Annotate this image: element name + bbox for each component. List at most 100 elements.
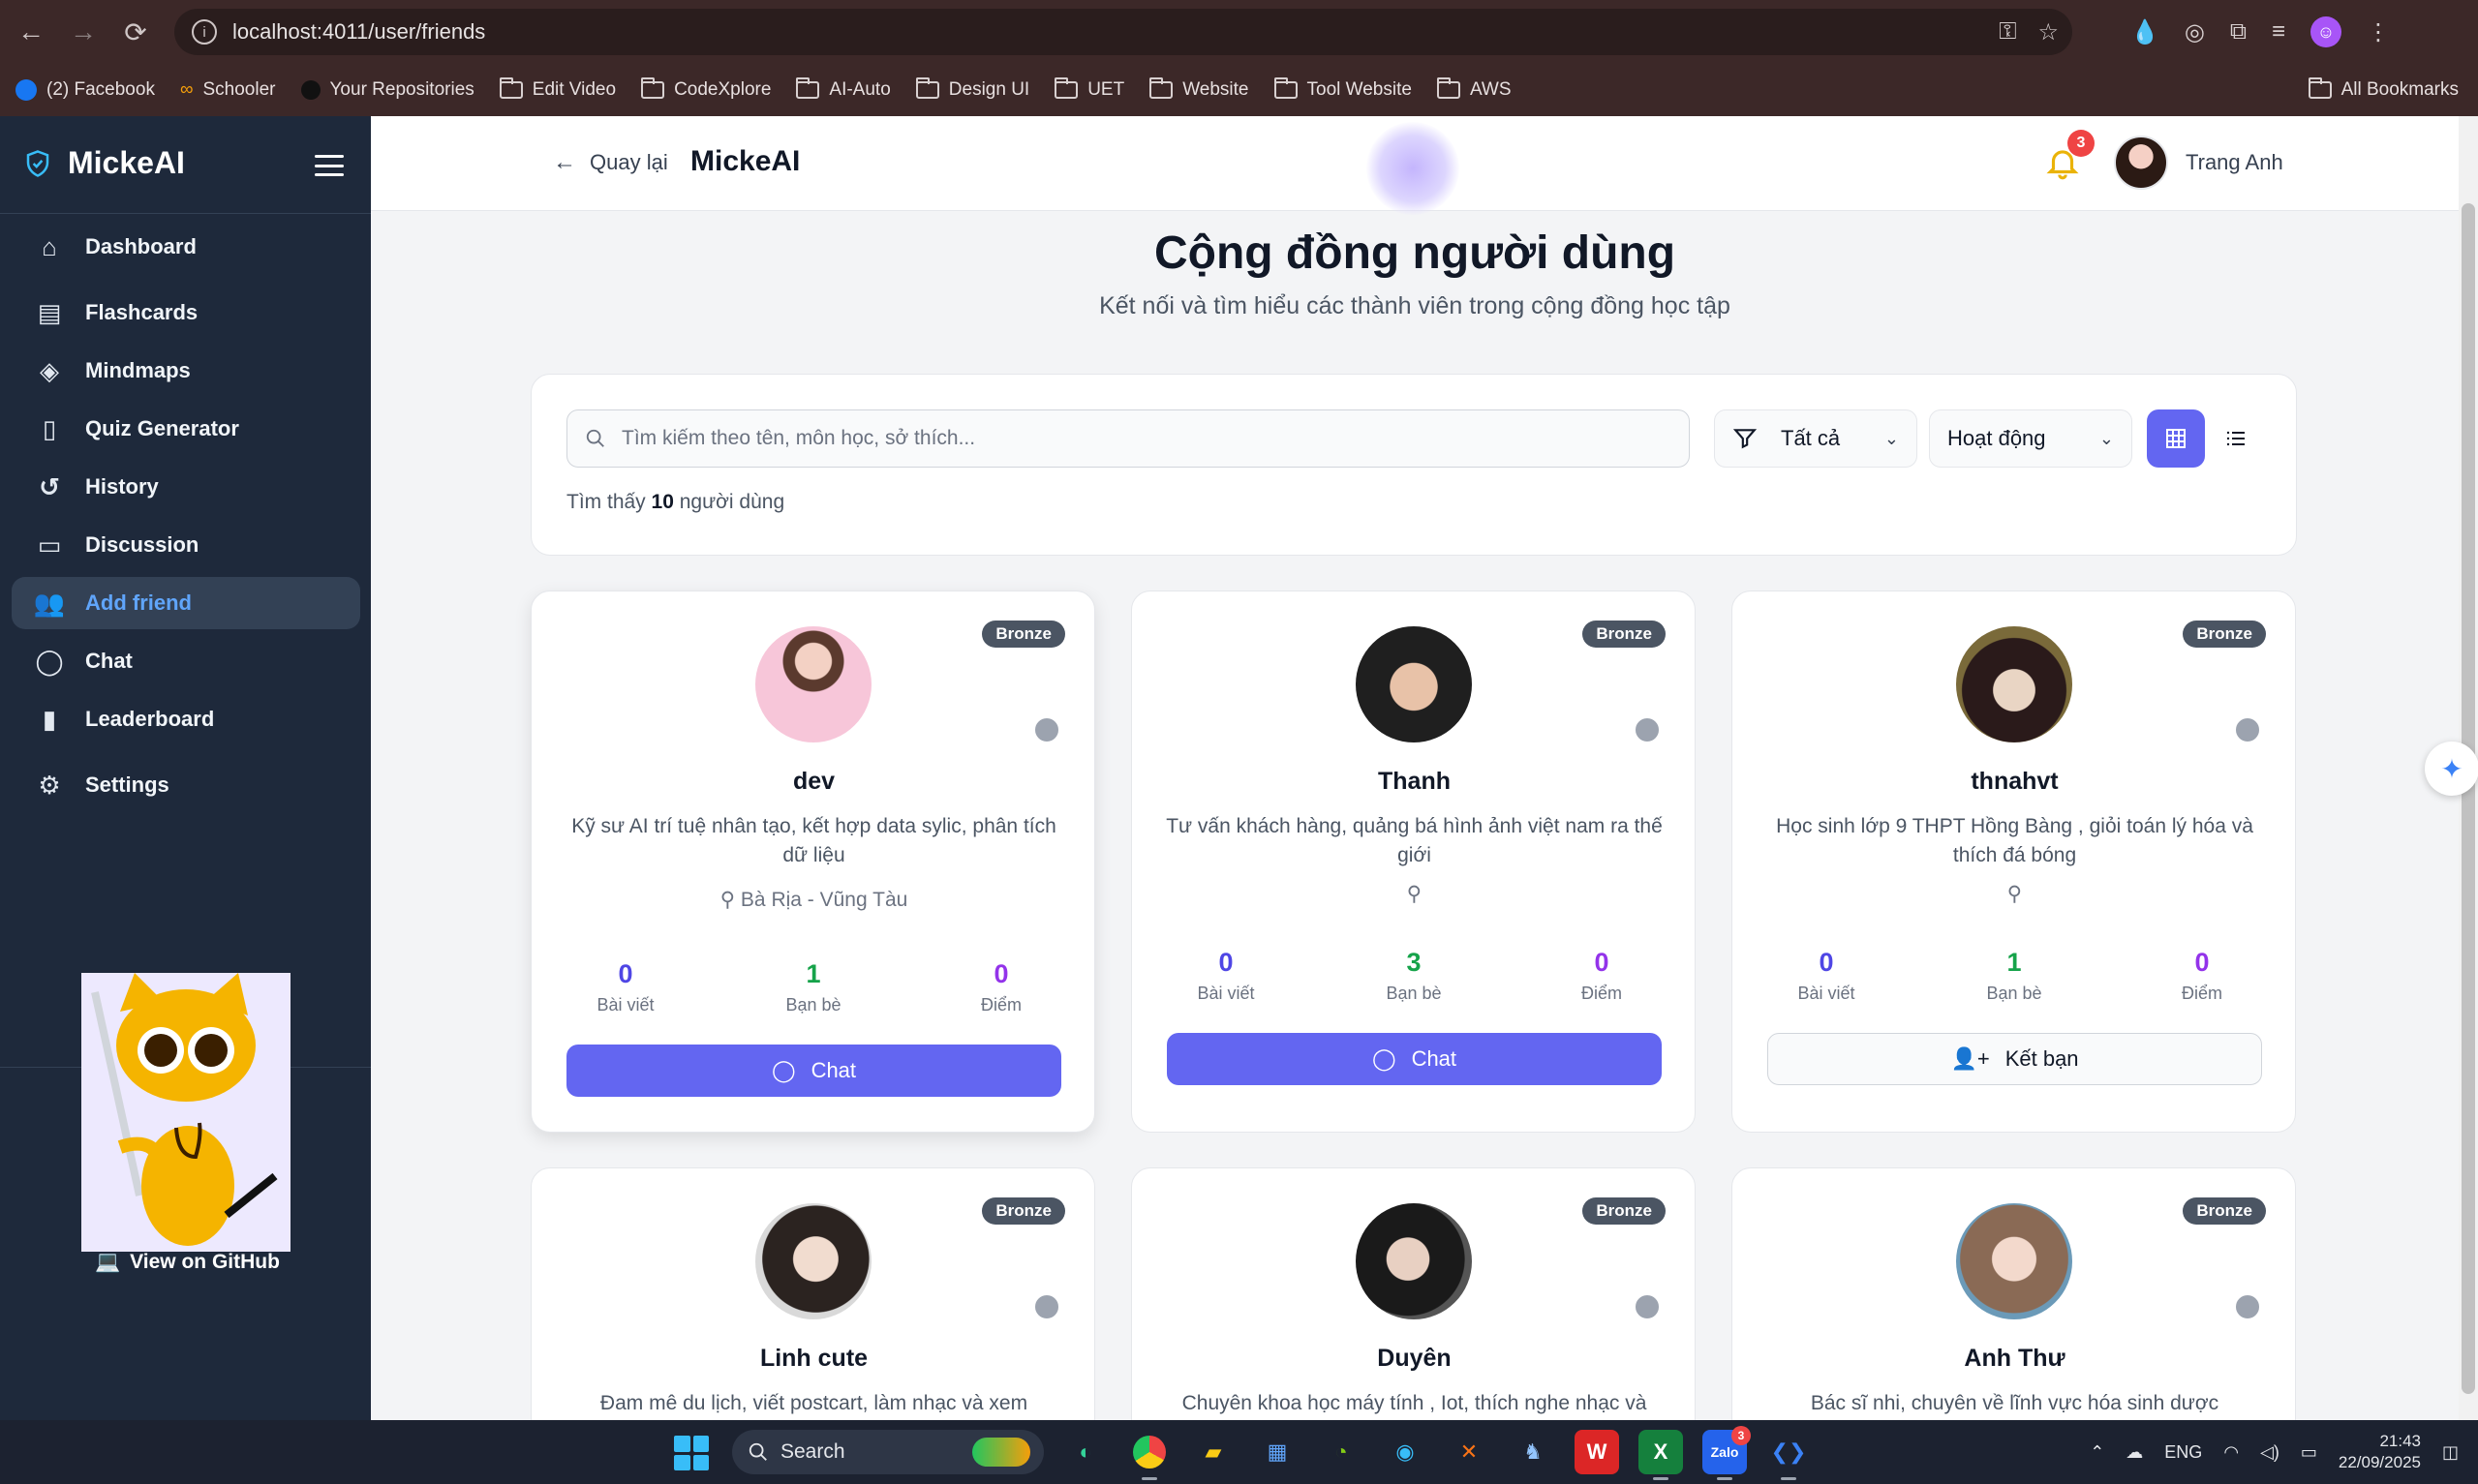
- bookmark-folder[interactable]: AWS: [1436, 77, 1512, 101]
- avatar: [1356, 626, 1472, 742]
- list-view-button[interactable]: [2207, 409, 2265, 468]
- user-card[interactable]: Bronze thnahvt Học sinh lớp 9 THPT Hồng …: [1731, 591, 2296, 1133]
- user-card[interactable]: Bronze Thanh Tư vấn khách hàng, quảng bá…: [1131, 591, 1696, 1133]
- bookmark-schooler[interactable]: ∞ Schooler: [180, 79, 276, 101]
- extension-drop-icon[interactable]: 💧: [2130, 18, 2159, 46]
- app-green-icon[interactable]: ◔: [1319, 1430, 1363, 1474]
- edge-icon[interactable]: ◉: [1383, 1430, 1427, 1474]
- bookmark-folder[interactable]: Website: [1149, 77, 1249, 101]
- star-icon[interactable]: ☆: [2037, 18, 2059, 46]
- profile-icon[interactable]: ☺: [2310, 16, 2341, 47]
- postgres-icon[interactable]: ♞: [1511, 1430, 1555, 1474]
- chat-button[interactable]: ◯ Chat: [1167, 1033, 1662, 1085]
- file-explorer-icon[interactable]: ▰: [1191, 1430, 1236, 1474]
- brand[interactable]: MickeAI: [23, 145, 185, 181]
- mascot-illustration: [91, 973, 278, 1246]
- search-input[interactable]: [622, 427, 1667, 450]
- sidebar-item-add-friend[interactable]: 👥 Add friend: [12, 577, 360, 629]
- extensions: 💧 ◎ ⧉ ≡ ☺ ⋮: [2130, 12, 2390, 52]
- bookmark-folder[interactable]: Tool Website: [1273, 77, 1412, 101]
- vscode-icon[interactable]: ❮❯: [1766, 1430, 1811, 1480]
- all-bookmarks[interactable]: All Bookmarks: [2308, 64, 2459, 116]
- sidebar-item-dashboard[interactable]: ⌂ Dashboard: [12, 221, 360, 273]
- key-icon[interactable]: ⚿: [1999, 18, 2016, 45]
- user-card[interactable]: Bronze Duyên Chuyên khoa học máy tính , …: [1131, 1167, 1696, 1420]
- user-card[interactable]: Bronze Anh Thư Bác sĩ nhi, chuyên về lĩn…: [1731, 1167, 2296, 1420]
- scrollbar-thumb[interactable]: [2462, 203, 2475, 1394]
- chevron-up-icon[interactable]: ⌃: [2090, 1442, 2104, 1463]
- wps-icon[interactable]: W: [1575, 1430, 1619, 1474]
- grid-view-button[interactable]: [2147, 409, 2205, 468]
- bookmark-folder[interactable]: UET: [1055, 77, 1124, 101]
- extension-glasses-icon[interactable]: ◎: [2185, 18, 2205, 46]
- user-card[interactable]: Bronze Linh cute Đam mê du lịch, viết po…: [531, 1167, 1095, 1420]
- store-icon[interactable]: ▦: [1255, 1430, 1300, 1474]
- category-select[interactable]: Tất cả ⌄: [1714, 409, 1917, 468]
- sidebar-item-mindmaps[interactable]: ◈ Mindmaps: [12, 345, 360, 397]
- puzzle-icon[interactable]: ⧉: [2230, 18, 2247, 45]
- bookmark-folder[interactable]: Edit Video: [499, 77, 616, 101]
- bookmark-folder[interactable]: AI-Auto: [796, 77, 891, 101]
- sidebar-item-discussion[interactable]: ▭ Discussion: [12, 519, 360, 571]
- bar-chart-icon: ▮: [42, 704, 57, 734]
- volume-icon[interactable]: ◁): [2260, 1442, 2279, 1463]
- back-arrow-icon[interactable]: ←: [8, 9, 54, 55]
- sidebar-item-history[interactable]: ↺ History: [12, 461, 360, 513]
- notification-center-icon[interactable]: ◫: [2442, 1442, 2459, 1463]
- filter-icon: [1732, 429, 1758, 449]
- user-menu[interactable]: Trang Anh: [2114, 136, 2283, 190]
- forward-arrow-icon[interactable]: →: [60, 9, 107, 55]
- reload-icon[interactable]: ⟳: [112, 9, 159, 55]
- message-square-icon: ▭: [37, 530, 62, 560]
- sort-select[interactable]: Hoạt động ⌄: [1929, 409, 2132, 468]
- windows-start-icon[interactable]: [674, 1436, 709, 1470]
- copilot-icon[interactable]: ◐: [1063, 1430, 1108, 1474]
- xampp-icon[interactable]: ✕: [1447, 1430, 1491, 1474]
- github-link[interactable]: 💻 View on GitHub: [95, 1251, 280, 1274]
- excel-icon[interactable]: X: [1638, 1430, 1683, 1480]
- bookmark-folder[interactable]: CodeXplore: [641, 77, 771, 101]
- mascot-image[interactable]: [81, 973, 291, 1252]
- sidebar-item-quiz-generator[interactable]: ▯ Quiz Generator: [12, 403, 360, 455]
- reading-list-icon[interactable]: ≡: [2272, 18, 2285, 45]
- sidebar-item-chat[interactable]: ◯ Chat: [12, 635, 360, 687]
- bookmark-folder[interactable]: Design UI: [915, 77, 1029, 101]
- user-card[interactable]: Bronze dev Kỹ sư AI trí tuệ nhân tạo, kế…: [531, 591, 1095, 1133]
- battery-icon[interactable]: ▭: [2301, 1442, 2317, 1463]
- tier-badge: Bronze: [2183, 621, 2266, 648]
- folder-icon: [1055, 77, 1079, 99]
- user-name: Trang Anh: [2186, 150, 2283, 174]
- zalo-icon[interactable]: Zalo 3: [1702, 1426, 1751, 1480]
- chevron-down-icon: ⌄: [2098, 428, 2114, 448]
- zalo-badge: 3: [1731, 1426, 1751, 1445]
- search-field[interactable]: [566, 409, 1690, 468]
- sidebar-item-settings[interactable]: ⚙ Settings: [12, 759, 360, 811]
- chrome-icon[interactable]: [1127, 1430, 1172, 1480]
- hamburger-menu-icon[interactable]: [315, 155, 344, 176]
- back-button[interactable]: ← Quay lại: [553, 149, 668, 176]
- cloud-icon[interactable]: ☁: [2126, 1442, 2143, 1463]
- address-bar[interactable]: i localhost:4011/user/friends ⚿ ☆: [174, 9, 2072, 55]
- bookmark-facebook[interactable]: (2) Facebook: [15, 79, 155, 101]
- online-status-dot: [1032, 715, 1061, 744]
- add-friend-button[interactable]: 👤+ Kết bạn: [1767, 1033, 2262, 1085]
- page-title: Cộng đồng người dùng: [1153, 227, 1676, 279]
- layers-icon: ◈: [40, 355, 59, 385]
- sidebar-item-flashcards[interactable]: ▤ Flashcards: [12, 287, 360, 339]
- clock[interactable]: 21:43 22/09/2025: [2339, 1431, 2421, 1473]
- user-stats: 0 Bài viết 1 Bạn bè 0 Điểm: [532, 959, 1096, 1015]
- taskbar-search[interactable]: Search: [732, 1430, 1044, 1474]
- bookmark-repositories[interactable]: Your Repositories: [300, 79, 474, 101]
- menu-dots-icon[interactable]: ⋮: [2367, 18, 2390, 46]
- user-bio: Bác sĩ nhi, chuyên về lĩnh vực hóa sinh …: [1810, 1392, 2219, 1414]
- site-info-icon[interactable]: i: [192, 19, 217, 45]
- sidebar-item-leaderboard[interactable]: ▮ Leaderboard: [12, 693, 360, 745]
- search-icon: [586, 429, 604, 447]
- assistant-float-icon[interactable]: ✦: [2425, 742, 2478, 796]
- user-location: ⚲ Bà Rịa - Vũng Tàu: [719, 889, 908, 911]
- history-icon: ↺: [39, 471, 60, 501]
- chat-button[interactable]: ◯ Chat: [566, 1045, 1061, 1097]
- online-status-dot: [1633, 715, 1662, 744]
- wifi-icon[interactable]: ◠: [2223, 1442, 2239, 1463]
- language-indicator[interactable]: ENG: [2164, 1442, 2202, 1463]
